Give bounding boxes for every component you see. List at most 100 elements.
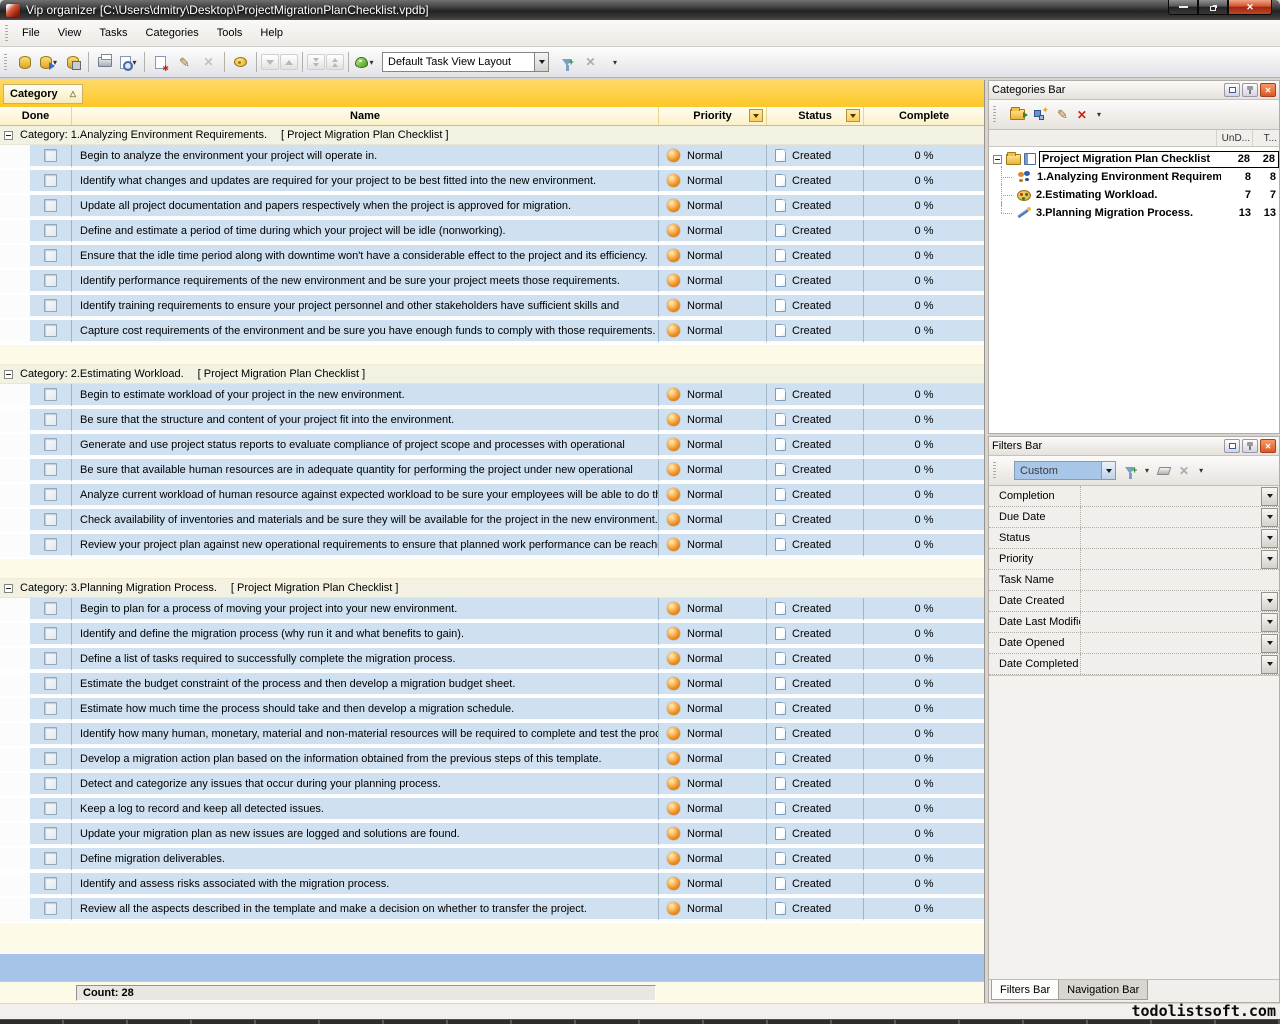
- filter-dropdown-button[interactable]: [1261, 529, 1278, 548]
- filter-preset-dropdown[interactable]: [1102, 461, 1116, 480]
- table-row[interactable]: Detect and categorize any issues that oc…: [0, 773, 984, 798]
- group-by-category-button[interactable]: Category △: [3, 84, 83, 104]
- done-checkbox[interactable]: [44, 249, 57, 262]
- table-row[interactable]: Estimate how much time the process shoul…: [0, 698, 984, 723]
- open-database-button[interactable]: ▾: [37, 51, 60, 73]
- done-checkbox[interactable]: [44, 777, 57, 790]
- categories-toolbar-grip[interactable]: [993, 106, 996, 123]
- done-checkbox[interactable]: [44, 652, 57, 665]
- menu-categories[interactable]: Categories: [137, 22, 208, 44]
- filter-value-field[interactable]: [1081, 591, 1261, 611]
- table-row[interactable]: Keep a log to record and keep all detect…: [0, 798, 984, 823]
- move-bottom-button[interactable]: [307, 54, 325, 70]
- edit-category-button[interactable]: ✎: [1057, 108, 1068, 121]
- done-checkbox[interactable]: [44, 413, 57, 426]
- table-row[interactable]: Be sure that available human resources a…: [0, 459, 984, 484]
- filter-dropdown-button[interactable]: [1261, 592, 1278, 611]
- column-header-status[interactable]: Status: [767, 107, 864, 125]
- delete-task-button[interactable]: ✕: [197, 51, 220, 73]
- filter-dropdown-button[interactable]: [1261, 613, 1278, 632]
- filter-value-field[interactable]: [1081, 612, 1261, 632]
- column-header-complete[interactable]: Complete: [864, 107, 984, 125]
- tree-header-total[interactable]: T...: [1253, 130, 1279, 146]
- collapse-icon[interactable]: [4, 584, 13, 593]
- tree-item[interactable]: 1.Analyzing Environment Requirements.88: [989, 168, 1279, 186]
- delete-filter-button[interactable]: ✕: [1179, 465, 1189, 477]
- done-checkbox[interactable]: [44, 627, 57, 640]
- done-checkbox[interactable]: [44, 299, 57, 312]
- column-header-name[interactable]: Name: [72, 107, 659, 125]
- collapse-icon[interactable]: [4, 131, 13, 140]
- table-row[interactable]: Analyze current workload of human resour…: [0, 484, 984, 509]
- table-row[interactable]: Be sure that the structure and content o…: [0, 409, 984, 434]
- delete-category-button[interactable]: ✕: [1077, 109, 1087, 121]
- edit-task-button[interactable]: ✎: [173, 51, 196, 73]
- tab-filters-bar[interactable]: Filters Bar: [991, 980, 1059, 1000]
- done-checkbox[interactable]: [44, 538, 57, 551]
- category-group-row[interactable]: Category: 3.Planning Migration Process.[…: [0, 579, 984, 598]
- menu-view[interactable]: View: [49, 22, 91, 44]
- filter-value-field[interactable]: [1081, 549, 1261, 569]
- filter-preset-combobox[interactable]: Custom: [1014, 461, 1116, 480]
- panel-close-button[interactable]: ✕: [1260, 439, 1276, 453]
- menu-help[interactable]: Help: [251, 22, 292, 44]
- table-row[interactable]: Define a list of tasks required to succe…: [0, 648, 984, 673]
- done-checkbox[interactable]: [44, 702, 57, 715]
- print-preview-button[interactable]: ▾: [117, 51, 140, 73]
- save-database-button[interactable]: [61, 51, 84, 73]
- table-row[interactable]: Begin to analyze the environment your pr…: [0, 145, 984, 170]
- move-up-button[interactable]: [280, 54, 298, 70]
- panel-close-button[interactable]: ✕: [1260, 83, 1276, 97]
- new-category-button[interactable]: [1010, 109, 1025, 120]
- apply-filter-button[interactable]: [1125, 467, 1135, 474]
- menu-tools[interactable]: Tools: [208, 22, 252, 44]
- tree-item[interactable]: 2.Estimating Workload.77: [989, 186, 1279, 204]
- panel-restore-button[interactable]: [1224, 439, 1240, 453]
- menu-tasks[interactable]: Tasks: [90, 22, 136, 44]
- move-top-button[interactable]: [326, 54, 344, 70]
- done-checkbox[interactable]: [44, 852, 57, 865]
- toolbar-overflow-button[interactable]: ▾: [603, 51, 626, 73]
- table-row[interactable]: Review your project plan against new ope…: [0, 534, 984, 559]
- minimize-button[interactable]: [1168, 0, 1198, 15]
- done-checkbox[interactable]: [44, 488, 57, 501]
- done-checkbox[interactable]: [44, 877, 57, 890]
- collapse-icon[interactable]: [993, 155, 1002, 164]
- menubar-grip[interactable]: [5, 25, 8, 42]
- table-row[interactable]: Identify how many human, monetary, mater…: [0, 723, 984, 748]
- done-checkbox[interactable]: [44, 199, 57, 212]
- table-row[interactable]: Generate and use project status reports …: [0, 434, 984, 459]
- table-row[interactable]: Review all the aspects described in the …: [0, 898, 984, 923]
- selection-strip[interactable]: [0, 952, 984, 981]
- tree-item[interactable]: Project Migration Plan Checklist2828: [989, 150, 1279, 168]
- table-row[interactable]: Begin to plan for a process of moving yo…: [0, 598, 984, 623]
- filter-dropdown-button[interactable]: [1261, 550, 1278, 569]
- filter-dropdown-button[interactable]: [1261, 634, 1278, 653]
- filter-value-field[interactable]: [1081, 633, 1261, 653]
- layout-combobox-dropdown[interactable]: [534, 52, 549, 72]
- done-checkbox[interactable]: [44, 149, 57, 162]
- tree-item[interactable]: 3.Planning Migration Process.1313: [989, 204, 1279, 222]
- new-subcategory-button[interactable]: [1034, 109, 1048, 121]
- panel-pin-button[interactable]: [1242, 83, 1258, 97]
- table-row[interactable]: Identify training requirements to ensure…: [0, 295, 984, 320]
- column-header-done[interactable]: Done: [0, 107, 72, 125]
- tab-navigation-bar[interactable]: Navigation Bar: [1058, 980, 1148, 1000]
- menu-file[interactable]: File: [13, 22, 49, 44]
- filters-toolbar-grip[interactable]: [993, 462, 996, 479]
- print-button[interactable]: [93, 51, 116, 73]
- filter-dropdown-button[interactable]: [1261, 655, 1278, 674]
- panel-restore-button[interactable]: [1224, 83, 1240, 97]
- filter-dropdown-button[interactable]: [1261, 508, 1278, 527]
- table-row[interactable]: Define and estimate a period of time dur…: [0, 220, 984, 245]
- done-checkbox[interactable]: [44, 438, 57, 451]
- apply-layout-button[interactable]: [555, 51, 578, 73]
- filter-dropdown-button[interactable]: [1261, 487, 1278, 506]
- done-checkbox[interactable]: [44, 463, 57, 476]
- close-button[interactable]: ✕: [1228, 0, 1272, 15]
- table-row[interactable]: Begin to estimate workload of your proje…: [0, 384, 984, 409]
- new-task-button[interactable]: [149, 51, 172, 73]
- status-filter-button[interactable]: [846, 109, 860, 122]
- done-checkbox[interactable]: [44, 274, 57, 287]
- table-row[interactable]: Check availability of inventories and ma…: [0, 509, 984, 534]
